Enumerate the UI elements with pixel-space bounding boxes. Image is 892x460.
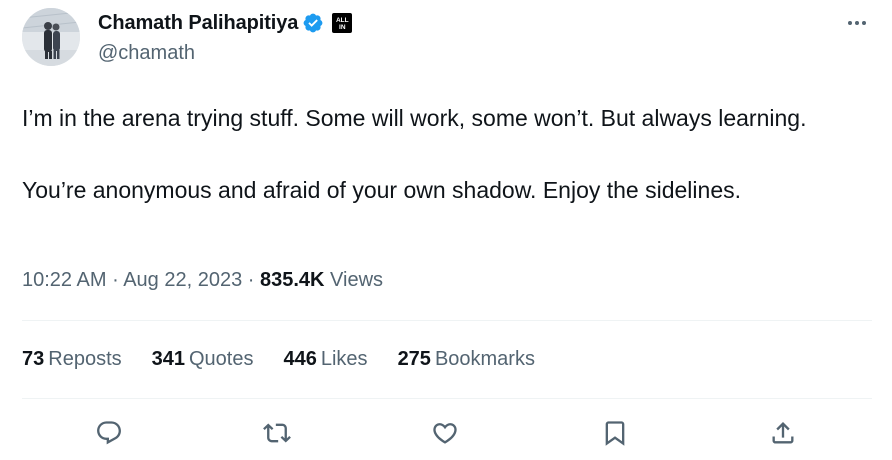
share-button[interactable] — [766, 416, 800, 450]
likes-count: 446 — [283, 348, 317, 370]
bookmarks-stat[interactable]: 275 Bookmarks — [398, 348, 535, 371]
reposts-label: Reposts — [48, 348, 122, 370]
more-options-button[interactable] — [842, 8, 872, 38]
tweet-paragraph: I’m in the arena trying stuff. Some will… — [22, 105, 807, 131]
divider — [22, 320, 872, 321]
verified-badge-icon[interactable] — [302, 12, 324, 34]
bookmark-button[interactable] — [598, 416, 632, 450]
meta-separator: · — [112, 269, 124, 291]
reposts-stat[interactable]: 73 Reposts — [22, 348, 122, 371]
quotes-label: Quotes — [189, 348, 254, 370]
more-dots-icon — [848, 21, 866, 25]
bookmark-icon — [605, 421, 625, 446]
like-button[interactable] — [428, 416, 462, 450]
tweet: Chamath Palihapitiya ALL IN @chamath I’m… — [0, 0, 892, 460]
views-label: Views — [330, 269, 384, 291]
affiliate-badge-icon[interactable]: ALL IN — [332, 13, 353, 33]
quotes-count: 341 — [151, 348, 185, 370]
author-display-name[interactable]: Chamath Palihapitiya — [98, 12, 298, 35]
author-name-row: Chamath Palihapitiya ALL IN — [98, 10, 353, 36]
bookmarks-label: Bookmarks — [434, 348, 535, 370]
tweet-date[interactable]: Aug 22, 2023 — [123, 269, 242, 291]
repost-button[interactable] — [260, 416, 294, 450]
reply-button[interactable] — [92, 416, 126, 450]
bookmarks-count: 275 — [397, 348, 431, 370]
quotes-stat[interactable]: 341 Quotes — [152, 348, 254, 371]
meta-separator: · — [247, 269, 260, 291]
divider — [22, 398, 872, 399]
like-icon — [433, 423, 457, 444]
avatar-photo — [22, 8, 80, 66]
reposts-count: 73 — [22, 348, 45, 370]
tweet-text: I’m in the arena trying stuff. Some will… — [22, 100, 852, 208]
tweet-meta: 10:22 AM · Aug 22, 2023 · 835.4K Views — [22, 269, 383, 292]
tweet-time[interactable]: 10:22 AM — [22, 269, 107, 291]
likes-stat[interactable]: 446 Likes — [283, 348, 367, 371]
avatar[interactable] — [22, 8, 80, 66]
reply-icon — [97, 421, 121, 445]
engagement-stats: 73 Reposts 341 Quotes 446 Likes 275 Bookmark… — [22, 348, 565, 371]
views-count: 835.4K — [259, 269, 325, 291]
affiliate-badge-text: ALL IN — [335, 16, 349, 31]
tweet-paragraph: You’re anonymous and afraid of your own … — [22, 177, 741, 203]
likes-label: Likes — [320, 348, 368, 370]
share-icon — [772, 422, 794, 444]
repost-icon — [263, 423, 291, 443]
author-handle[interactable]: @chamath — [98, 42, 195, 65]
